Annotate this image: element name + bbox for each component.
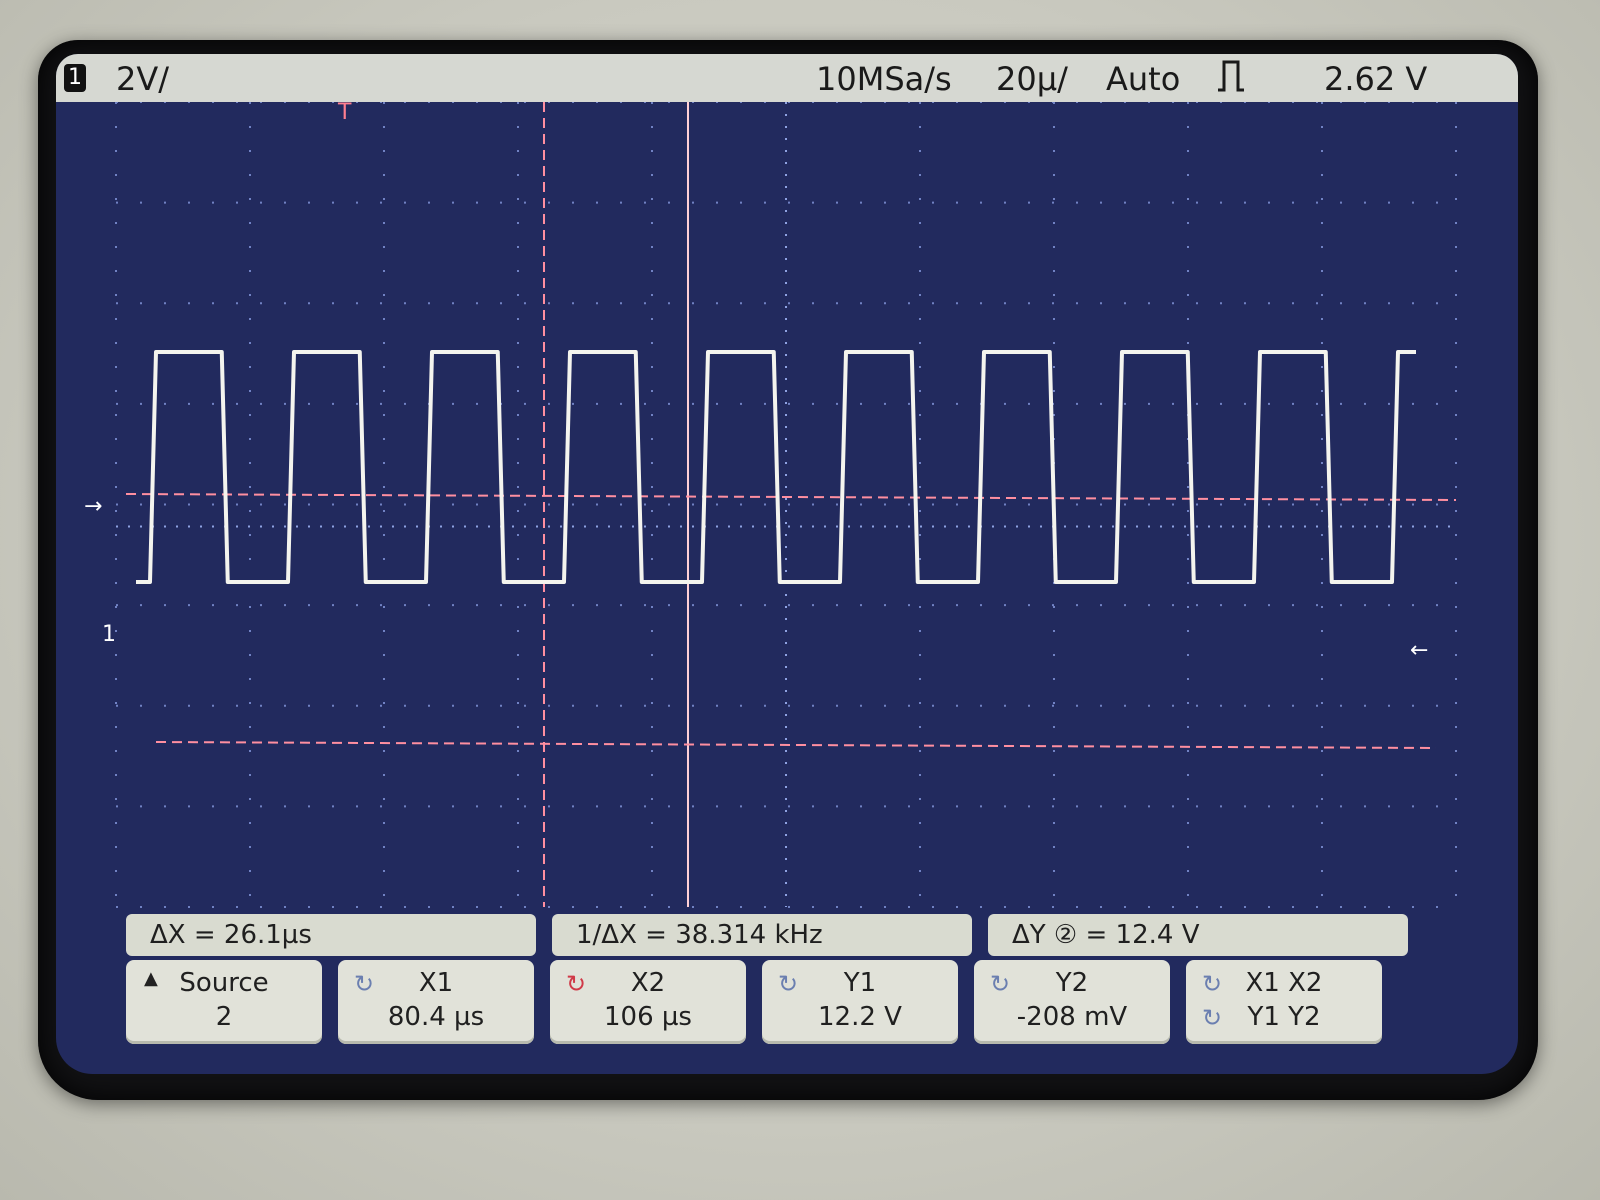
softkey-value: -208 mV [1016, 1002, 1128, 1032]
rising-edge-pulse-icon [1216, 58, 1246, 102]
delta-x-readout: ΔX = 26.1µs [126, 914, 536, 956]
x2-softkey[interactable]: ↻ X2 106 µs [550, 960, 746, 1044]
sample-rate: 10MSa/s [816, 60, 952, 98]
inverse-delta-x-readout: 1/ΔX = 38.314 kHz [552, 914, 972, 956]
waveform-svg [115, 102, 1457, 908]
ground-reference-marker[interactable]: 1 [102, 622, 116, 647]
xy-cursor-select-softkey[interactable]: ↻ ↻ X1 X2 Y1 Y2 [1186, 960, 1382, 1044]
x1-softkey[interactable]: ↻ X1 80.4 µs [338, 960, 534, 1044]
channel-2-trace [136, 350, 1416, 584]
softkey-value: 2 [215, 1002, 233, 1032]
y1-softkey[interactable]: ↻ Y1 12.2 V [762, 960, 958, 1044]
softkey-value: Y1 Y2 [1247, 1002, 1321, 1032]
waveform-plot: T → 1 ← [56, 100, 1518, 912]
cursor-y2-line [155, 741, 1437, 749]
volts-per-div[interactable]: 2V/ [116, 60, 169, 98]
delta-y-readout: ΔY ② = 12.4 V [988, 914, 1408, 956]
source-softkey[interactable]: ▲ Source 2 [126, 960, 322, 1044]
status-bar: 1 2V/ 10MSa/s 20µ/ Auto 2.62 V [56, 54, 1518, 102]
trigger-mode[interactable]: Auto [1106, 60, 1180, 98]
channel-badge[interactable]: 1 [64, 64, 86, 92]
softkey-label: Y1 [843, 968, 877, 998]
softkey-value: 12.2 V [818, 1002, 902, 1032]
trigger-level: 2.62 V [1324, 60, 1428, 98]
softkey-label: X1 X2 [1245, 968, 1323, 998]
trigger-position-marker[interactable]: T [338, 100, 351, 125]
softkey-label: X1 [418, 968, 454, 998]
softkey-bar: ▲ Source 2 ↻ X1 80.4 µs ↻ X2 106 µs ↻ Y1… [126, 960, 1446, 1046]
time-per-div[interactable]: 20µ/ [996, 60, 1068, 98]
cursor-y-pointer-icon: ← [1410, 638, 1429, 663]
softkey-label: X2 [630, 968, 666, 998]
measurement-row: ΔX = 26.1µs 1/ΔX = 38.314 kHz ΔY ② = 12.… [126, 914, 1446, 956]
y2-softkey[interactable]: ↻ Y2 -208 mV [974, 960, 1170, 1044]
trigger-level-marker[interactable]: → [84, 494, 102, 519]
scope-screen: 1 2V/ 10MSa/s 20µ/ Auto 2.62 V T → 1 ← Δ… [56, 54, 1518, 1074]
softkey-value: 106 µs [604, 1002, 692, 1032]
softkey-value: 80.4 µs [387, 1002, 485, 1032]
softkey-label: Y2 [1055, 968, 1089, 998]
softkey-label: Source [179, 968, 269, 998]
